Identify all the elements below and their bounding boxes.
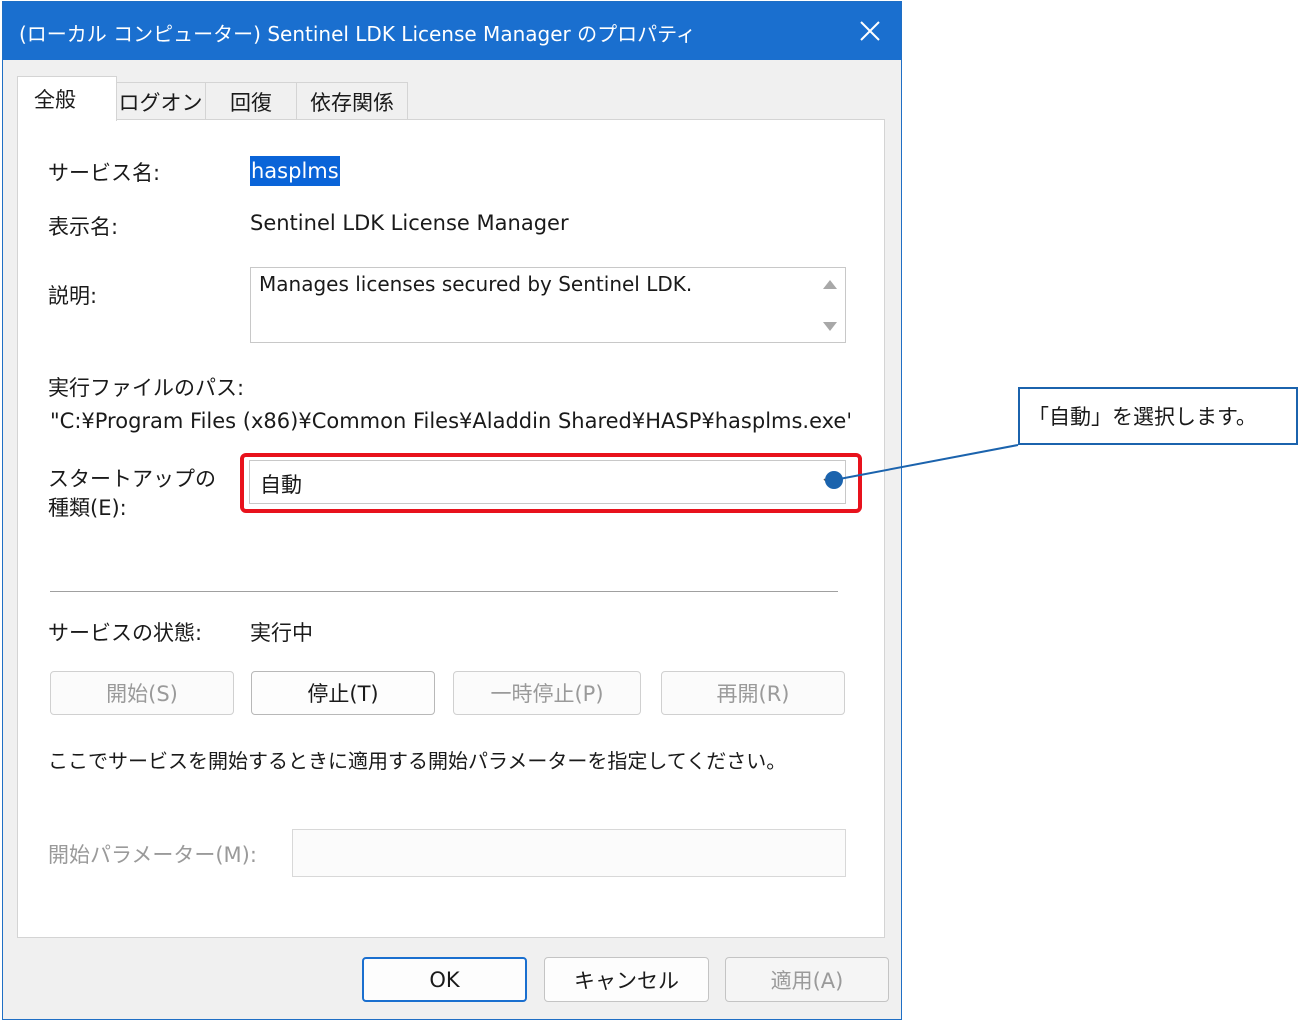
- service-name-label: サービス名:: [48, 161, 161, 185]
- title-bar: (ローカル コンピューター) Sentinel LDK License Mana…: [3, 2, 901, 60]
- startup-type-label-line2: 種類(E):: [48, 496, 127, 520]
- separator: [50, 591, 838, 592]
- status-value: 実行中: [250, 621, 313, 645]
- apply-button[interactable]: 適用(A): [725, 957, 889, 1002]
- properties-dialog: (ローカル コンピューター) Sentinel LDK License Mana…: [2, 1, 902, 1020]
- pause-button[interactable]: 一時停止(P): [453, 671, 641, 715]
- stop-button[interactable]: 停止(T): [251, 671, 435, 715]
- window-title: (ローカル コンピューター) Sentinel LDK License Mana…: [19, 22, 696, 46]
- display-name-label: 表示名:: [48, 215, 119, 239]
- tab-dependencies[interactable]: 依存関係: [296, 82, 408, 120]
- display-name-value[interactable]: Sentinel LDK License Manager: [250, 211, 569, 235]
- tab-logon-label: ログオン: [118, 90, 203, 115]
- description-scrollbar[interactable]: [815, 268, 845, 342]
- start-parameters-input[interactable]: [292, 829, 846, 877]
- status-label: サービスの状態:: [48, 621, 203, 645]
- description-label: 説明:: [48, 284, 98, 308]
- description-text: Manages licenses secured by Sentinel LDK…: [259, 272, 693, 296]
- tab-logon[interactable]: ログオン: [115, 82, 206, 120]
- close-icon: [860, 21, 880, 41]
- annotation-callout: 「自動」を選択します。: [1018, 387, 1298, 445]
- startup-type-select[interactable]: 自動: [249, 460, 846, 504]
- resume-button[interactable]: 再開(R): [661, 671, 845, 715]
- close-button[interactable]: [849, 10, 891, 52]
- tab-recovery[interactable]: 回復: [205, 82, 297, 120]
- ok-button[interactable]: OK: [362, 957, 527, 1002]
- scroll-up-icon[interactable]: [823, 280, 837, 289]
- path-label: 実行ファイルのパス:: [48, 376, 245, 400]
- tab-recovery-label: 回復: [230, 90, 272, 115]
- tab-dependencies-label: 依存関係: [310, 90, 394, 115]
- start-button[interactable]: 開始(S): [50, 671, 234, 715]
- startup-type-value: 自動: [260, 473, 302, 497]
- start-parameters-label: 開始パラメーター(M):: [48, 843, 257, 867]
- tab-general-label: 全般: [34, 88, 76, 112]
- path-value[interactable]: "C:¥Program Files (x86)¥Common Files¥Ala…: [50, 409, 850, 433]
- startup-type-label-line1: スタートアップの: [48, 467, 216, 491]
- scroll-down-icon[interactable]: [823, 322, 837, 331]
- chevron-down-icon: [823, 478, 835, 486]
- cancel-button[interactable]: キャンセル: [544, 957, 709, 1002]
- tab-general[interactable]: 全般: [17, 76, 117, 121]
- general-panel: サービス名: hasplms 表示名: Sentinel LDK License…: [17, 119, 885, 938]
- start-parameters-hint: ここでサービスを開始するときに適用する開始パラメーターを指定してください。: [48, 749, 787, 773]
- description-box[interactable]: Manages licenses secured by Sentinel LDK…: [250, 267, 846, 343]
- service-name-value[interactable]: hasplms: [250, 156, 340, 186]
